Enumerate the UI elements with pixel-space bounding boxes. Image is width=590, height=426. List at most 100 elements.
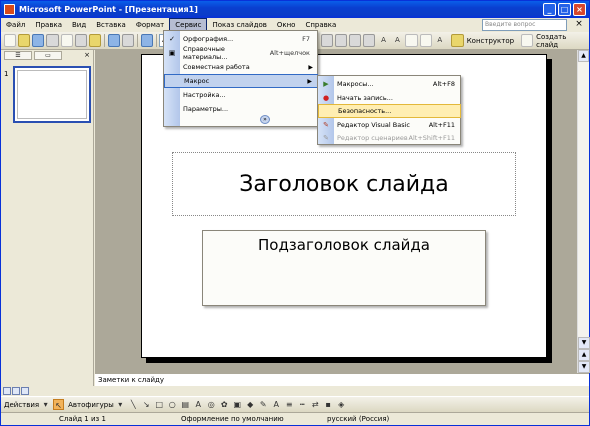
clipart-icon[interactable]: ✿: [219, 399, 230, 410]
new-slide-button[interactable]: Создать слайд: [517, 33, 589, 49]
copy-icon[interactable]: [74, 34, 87, 47]
menu-item-label: Орфография...: [183, 35, 234, 43]
align-center-icon[interactable]: [320, 34, 334, 47]
pane-close-icon[interactable]: ×: [84, 51, 90, 59]
submenu-item-label: Начать запись...: [337, 94, 393, 102]
new-document-icon[interactable]: [4, 34, 17, 47]
autoshapes-menu[interactable]: Автофигуры: [68, 401, 114, 409]
arrow-icon[interactable]: ↘: [141, 399, 152, 410]
undo-icon[interactable]: [107, 34, 121, 47]
line-color-icon[interactable]: ✎: [258, 399, 269, 410]
actions-menu[interactable]: Действия: [4, 401, 39, 409]
design-button[interactable]: Конструктор: [447, 34, 517, 47]
new-slide-label: Создать слайд: [536, 32, 567, 49]
ask-question-input[interactable]: Введите вопрос: [482, 19, 567, 31]
open-folder-icon[interactable]: [18, 34, 31, 47]
print-icon[interactable]: [46, 34, 59, 47]
design-label: Конструктор: [466, 36, 515, 45]
save-icon[interactable]: [32, 34, 45, 47]
menu-item-customize[interactable]: Настройка...: [164, 88, 318, 102]
scroll-up-icon[interactable]: ▲: [578, 50, 589, 62]
next-slide-icon[interactable]: ▼: [578, 361, 590, 373]
maximize-button[interactable]: □: [558, 3, 571, 16]
arrow-style-icon[interactable]: ⇄: [310, 399, 321, 410]
submenu-item-vb-editor[interactable]: ✎ Редактор Visual Basic Alt+F11: [318, 118, 461, 132]
vertical-scrollbar[interactable]: ▲ ▼ ▲ ▼: [577, 50, 590, 373]
tab-slides[interactable]: ▭: [34, 50, 62, 60]
title-bar: Microsoft PowerPoint - [Презентация1] _ …: [1, 1, 589, 18]
redo-icon[interactable]: [122, 34, 135, 47]
close-button[interactable]: ×: [573, 3, 586, 16]
record-icon: ●: [322, 94, 330, 102]
document-close-button[interactable]: ×: [573, 19, 585, 29]
shrink-font-icon[interactable]: A: [391, 34, 403, 47]
menu-file[interactable]: Файл: [1, 18, 30, 32]
decrease-indent-icon[interactable]: [405, 34, 418, 47]
scroll-down-icon[interactable]: ▼: [578, 337, 590, 349]
actions-dropdown-icon[interactable]: ▾: [40, 399, 51, 410]
menu-item-shortcut: F7: [302, 35, 310, 43]
line-style-icon[interactable]: ≡: [284, 399, 295, 410]
menu-edit[interactable]: Правка: [30, 18, 67, 32]
normal-view-icon[interactable]: [3, 387, 11, 395]
tab-outline[interactable]: ☰: [4, 50, 32, 60]
title-placeholder[interactable]: Заголовок слайда: [172, 152, 516, 216]
line-icon[interactable]: ╲: [128, 399, 139, 410]
menu-item-collaboration[interactable]: Совместная работа ▶: [164, 60, 318, 74]
chart-icon[interactable]: [141, 34, 154, 47]
slideshow-view-icon[interactable]: [21, 387, 29, 395]
slide-thumbnail[interactable]: [13, 66, 91, 123]
menu-insert[interactable]: Вставка: [91, 18, 131, 32]
fill-color-icon[interactable]: ◆: [245, 399, 256, 410]
menu-item-research[interactable]: ▣ Справочные материалы... Alt+щелчок: [164, 45, 318, 61]
picture-icon[interactable]: ▣: [232, 399, 243, 410]
paste-icon[interactable]: [88, 34, 101, 47]
spellcheck-icon: ✓: [169, 35, 175, 43]
toolbar-separator: [137, 34, 139, 47]
wordart-icon[interactable]: A: [193, 399, 204, 410]
slide-sorter-icon[interactable]: [12, 387, 20, 395]
spellcheck-toolbar-icon[interactable]: [60, 34, 73, 47]
textbox-icon[interactable]: ▤: [180, 399, 191, 410]
rectangle-icon[interactable]: □: [154, 399, 165, 410]
powerpoint-app-icon: [4, 4, 15, 15]
expand-menu-icon[interactable]: »: [260, 115, 270, 124]
diagram-icon[interactable]: ◎: [206, 399, 217, 410]
research-icon: ▣: [168, 49, 176, 57]
autoshapes-dropdown-icon[interactable]: ▾: [115, 399, 126, 410]
oval-icon[interactable]: ○: [167, 399, 178, 410]
dash-style-icon[interactable]: ┅: [297, 399, 308, 410]
shadow-icon[interactable]: ▪: [323, 399, 334, 410]
submenu-item-macros[interactable]: ▶ Макросы... Alt+F8: [318, 77, 461, 91]
menu-item-spelling[interactable]: ✓ Орфография... F7: [164, 32, 318, 46]
status-design: Оформление по умолчанию: [181, 415, 284, 423]
minimize-button[interactable]: _: [543, 3, 556, 16]
submenu-item-script-editor: ✎ Редактор сценариев Alt+Shift+F11: [318, 131, 461, 145]
menu-item-label: Настройка...: [183, 91, 226, 99]
select-pointer-icon[interactable]: ↖: [53, 399, 65, 410]
submenu-item-security[interactable]: Безопасность...: [318, 104, 461, 118]
bullet-list-icon[interactable]: [363, 34, 376, 47]
previous-slide-icon[interactable]: ▲: [578, 349, 590, 361]
menu-item-label: Справочные материалы...: [183, 45, 228, 61]
subtitle-placeholder[interactable]: Подзаголовок слайда: [202, 230, 486, 306]
notes-pane[interactable]: Заметки к слайду: [95, 373, 589, 386]
submenu-item-record[interactable]: ● Начать запись...: [318, 91, 461, 105]
menu-item-shortcut: Alt+щелчок: [269, 49, 310, 57]
menu-item-options[interactable]: Параметры...: [164, 102, 318, 116]
align-right-icon[interactable]: [335, 34, 348, 47]
menu-item-macro[interactable]: Макрос ▶: [164, 74, 318, 88]
numbered-list-icon[interactable]: [349, 34, 362, 47]
font-color-draw-icon[interactable]: A: [271, 399, 282, 410]
3d-icon[interactable]: ◈: [336, 399, 347, 410]
submenu-item-shortcut: Alt+F11: [428, 121, 455, 129]
macro-submenu: ▶ Макросы... Alt+F8 ● Начать запись... Б…: [317, 75, 461, 145]
increase-indent-icon[interactable]: [419, 34, 432, 47]
view-buttons: [1, 386, 94, 396]
grow-font-icon[interactable]: A: [377, 34, 389, 47]
toolbar-separator: [103, 34, 105, 47]
menu-view[interactable]: Вид: [67, 18, 91, 32]
slide-number: 1: [4, 70, 9, 78]
font-color-icon[interactable]: A: [434, 34, 446, 47]
submenu-item-label: Редактор сценариев: [337, 134, 408, 142]
